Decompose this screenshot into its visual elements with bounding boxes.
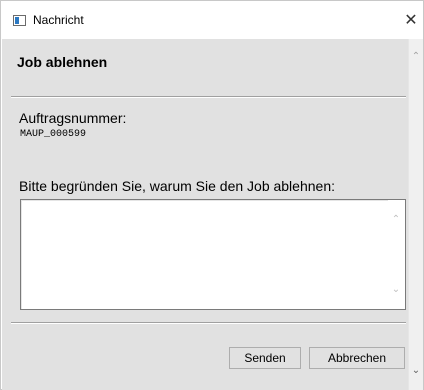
chevron-up-icon[interactable]: ⌃ (390, 214, 402, 226)
page-title: Job ablehnen (17, 54, 108, 70)
dialog-body: Job ablehnen Auftragsnummer: MAUP_000599… (2, 39, 408, 390)
chevron-up-icon[interactable]: ⌃ (410, 51, 422, 63)
order-number-value: MAUP_000599 (20, 129, 87, 140)
window-app-icon (13, 15, 26, 26)
title-bar[interactable]: Nachricht ✕ (1, 1, 423, 39)
order-number-label: Auftragsnummer: (19, 110, 127, 126)
reason-textarea[interactable]: ⌃ ⌄ (20, 199, 406, 310)
textarea-scrollbar[interactable]: ⌃ ⌄ (388, 200, 405, 309)
window-title: Nachricht (33, 13, 84, 27)
divider-bottom (11, 322, 406, 324)
send-button[interactable]: Senden (229, 347, 301, 369)
window-scrollbar[interactable]: ⌃ ⌄ (408, 39, 423, 390)
reason-label: Bitte begründen Sie, warum Sie den Job a… (19, 178, 335, 194)
divider-top (11, 96, 406, 98)
message-window: Nachricht ✕ Job ablehnen Auftragsnummer:… (0, 0, 424, 390)
close-icon[interactable]: ✕ (399, 5, 423, 35)
cancel-button[interactable]: Abbrechen (309, 347, 405, 369)
chevron-down-icon[interactable]: ⌄ (410, 365, 422, 377)
chevron-down-icon[interactable]: ⌄ (390, 284, 402, 296)
